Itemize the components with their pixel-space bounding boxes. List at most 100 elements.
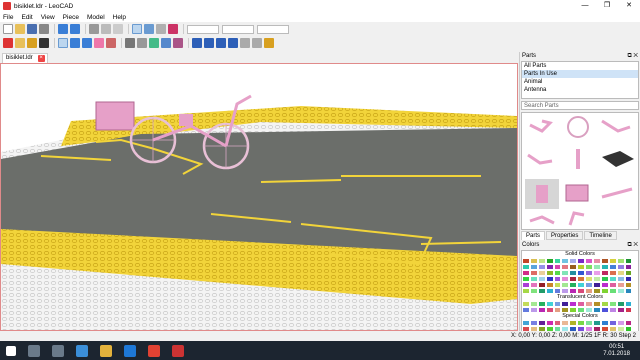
store-icon[interactable] xyxy=(76,344,88,357)
part-thumbnail[interactable] xyxy=(527,153,553,165)
color-swatch[interactable] xyxy=(529,288,538,294)
snap-xy-icon[interactable] xyxy=(144,24,154,34)
tab-properties[interactable]: Properties xyxy=(546,231,584,240)
eraser-icon[interactable] xyxy=(94,38,104,48)
search-parts-input[interactable]: Search Parts xyxy=(521,101,639,110)
parts-panel-tabs: Parts Properties Timeline xyxy=(521,231,639,240)
menu-help[interactable]: Help xyxy=(113,14,126,21)
part-thumbnail[interactable] xyxy=(529,215,555,225)
zoom-region-icon[interactable] xyxy=(173,38,183,48)
redo-icon[interactable] xyxy=(70,24,80,34)
spotlight-icon[interactable] xyxy=(27,38,37,48)
save-icon[interactable] xyxy=(27,24,37,34)
color-swatch[interactable] xyxy=(537,307,546,313)
panel-float-close-icon[interactable]: ⧉ ✕ xyxy=(627,52,638,61)
snap-icon[interactable] xyxy=(132,24,142,34)
insert-icon[interactable] xyxy=(3,38,13,48)
color-swatch[interactable] xyxy=(616,288,625,294)
color-swatch[interactable] xyxy=(553,307,562,313)
menu-file[interactable]: File xyxy=(3,14,13,21)
windows-start-icon[interactable] xyxy=(6,345,16,356)
color-swatch[interactable] xyxy=(608,288,617,294)
menu-edit[interactable]: Edit xyxy=(21,14,32,21)
key-icon[interactable] xyxy=(264,38,274,48)
title-bar: bisiklet.ldr - LeoCAD — ❐ ✕ xyxy=(0,0,640,12)
previous-step-icon[interactable] xyxy=(204,38,214,48)
color-swatch[interactable] xyxy=(529,307,538,313)
snap-z-icon[interactable] xyxy=(156,24,166,34)
part-thumbnail[interactable] xyxy=(601,187,633,199)
color-swatch[interactable] xyxy=(545,288,554,294)
move-icon[interactable] xyxy=(70,38,80,48)
file-explorer-icon[interactable] xyxy=(100,344,112,357)
maximize-button[interactable]: ❐ xyxy=(596,0,618,12)
part-thumbnail-selected[interactable] xyxy=(525,179,559,209)
copy-icon[interactable] xyxy=(101,24,111,34)
system-clock[interactable]: 00:51 7.01.2018 xyxy=(603,344,640,358)
tab-parts[interactable]: Parts xyxy=(521,231,546,240)
angle-field[interactable] xyxy=(257,24,289,34)
key-frame-icon[interactable] xyxy=(252,38,262,48)
pan-icon[interactable] xyxy=(137,38,147,48)
next-step-icon[interactable] xyxy=(216,38,226,48)
angle-snap-icon[interactable] xyxy=(168,24,178,34)
snap-z-field[interactable] xyxy=(222,24,254,34)
color-swatch[interactable] xyxy=(616,307,625,313)
leocad-taskbar-icon[interactable] xyxy=(172,344,184,357)
open-icon[interactable] xyxy=(15,24,25,34)
translucent-colors-label: Translucent Colors xyxy=(557,294,603,300)
color-swatch[interactable] xyxy=(522,288,530,294)
category-item-selected[interactable]: Parts In Use xyxy=(522,70,638,78)
first-step-icon[interactable] xyxy=(192,38,202,48)
print-icon[interactable] xyxy=(39,24,49,34)
paint-icon[interactable] xyxy=(106,38,116,48)
menu-model[interactable]: Model xyxy=(87,14,105,21)
color-swatch[interactable] xyxy=(522,307,530,313)
part-thumbnail[interactable] xyxy=(576,149,580,169)
close-tab-icon[interactable]: × xyxy=(37,55,45,62)
cut-icon[interactable] xyxy=(89,24,99,34)
select-icon[interactable] xyxy=(58,38,68,48)
camera-icon[interactable] xyxy=(39,38,49,48)
color-swatch[interactable] xyxy=(624,307,633,313)
category-item[interactable]: Animal xyxy=(522,78,638,86)
3d-viewport[interactable] xyxy=(0,63,518,331)
part-thumbnail[interactable] xyxy=(567,116,589,138)
undo-icon[interactable] xyxy=(58,24,68,34)
part-thumbnail[interactable] xyxy=(529,119,553,133)
color-swatch[interactable] xyxy=(537,288,546,294)
panel-float-close-icon[interactable]: ⧉ ✕ xyxy=(627,241,638,250)
new-icon[interactable] xyxy=(3,24,13,34)
menu-view[interactable]: View xyxy=(41,14,55,21)
minimize-button[interactable]: — xyxy=(574,0,596,12)
rotate-icon[interactable] xyxy=(82,38,92,48)
part-thumbnail[interactable] xyxy=(602,151,634,167)
last-step-icon[interactable] xyxy=(228,38,238,48)
document-tab-label: bisiklet.ldr xyxy=(6,55,33,61)
color-swatch[interactable] xyxy=(600,307,609,313)
snap-xy-field[interactable] xyxy=(187,24,219,34)
color-swatch[interactable] xyxy=(545,307,554,313)
category-item[interactable]: Antenna xyxy=(522,86,638,94)
tab-timeline[interactable]: Timeline xyxy=(584,231,617,240)
part-thumbnail[interactable] xyxy=(568,211,585,226)
paste-icon[interactable] xyxy=(113,24,123,34)
color-swatch[interactable] xyxy=(624,288,633,294)
part-thumbnail[interactable] xyxy=(601,119,631,133)
menu-piece[interactable]: Piece xyxy=(63,14,79,21)
document-tab[interactable]: bisiklet.ldr × xyxy=(2,53,48,63)
task-view-icon[interactable] xyxy=(52,344,64,357)
roll-icon[interactable] xyxy=(161,38,171,48)
part-thumbnail[interactable] xyxy=(565,184,589,202)
light-icon[interactable] xyxy=(15,38,25,48)
colors-header-label: Colors xyxy=(522,242,540,248)
category-item[interactable]: All Parts xyxy=(522,62,638,70)
zoom-icon[interactable] xyxy=(125,38,135,48)
chrome-icon[interactable] xyxy=(148,344,160,357)
edge-icon[interactable] xyxy=(124,344,136,357)
time-icon[interactable] xyxy=(240,38,250,48)
color-swatch[interactable] xyxy=(608,307,617,313)
orbit-icon[interactable] xyxy=(149,38,159,48)
search-icon[interactable] xyxy=(28,344,40,357)
close-button[interactable]: ✕ xyxy=(618,0,640,12)
